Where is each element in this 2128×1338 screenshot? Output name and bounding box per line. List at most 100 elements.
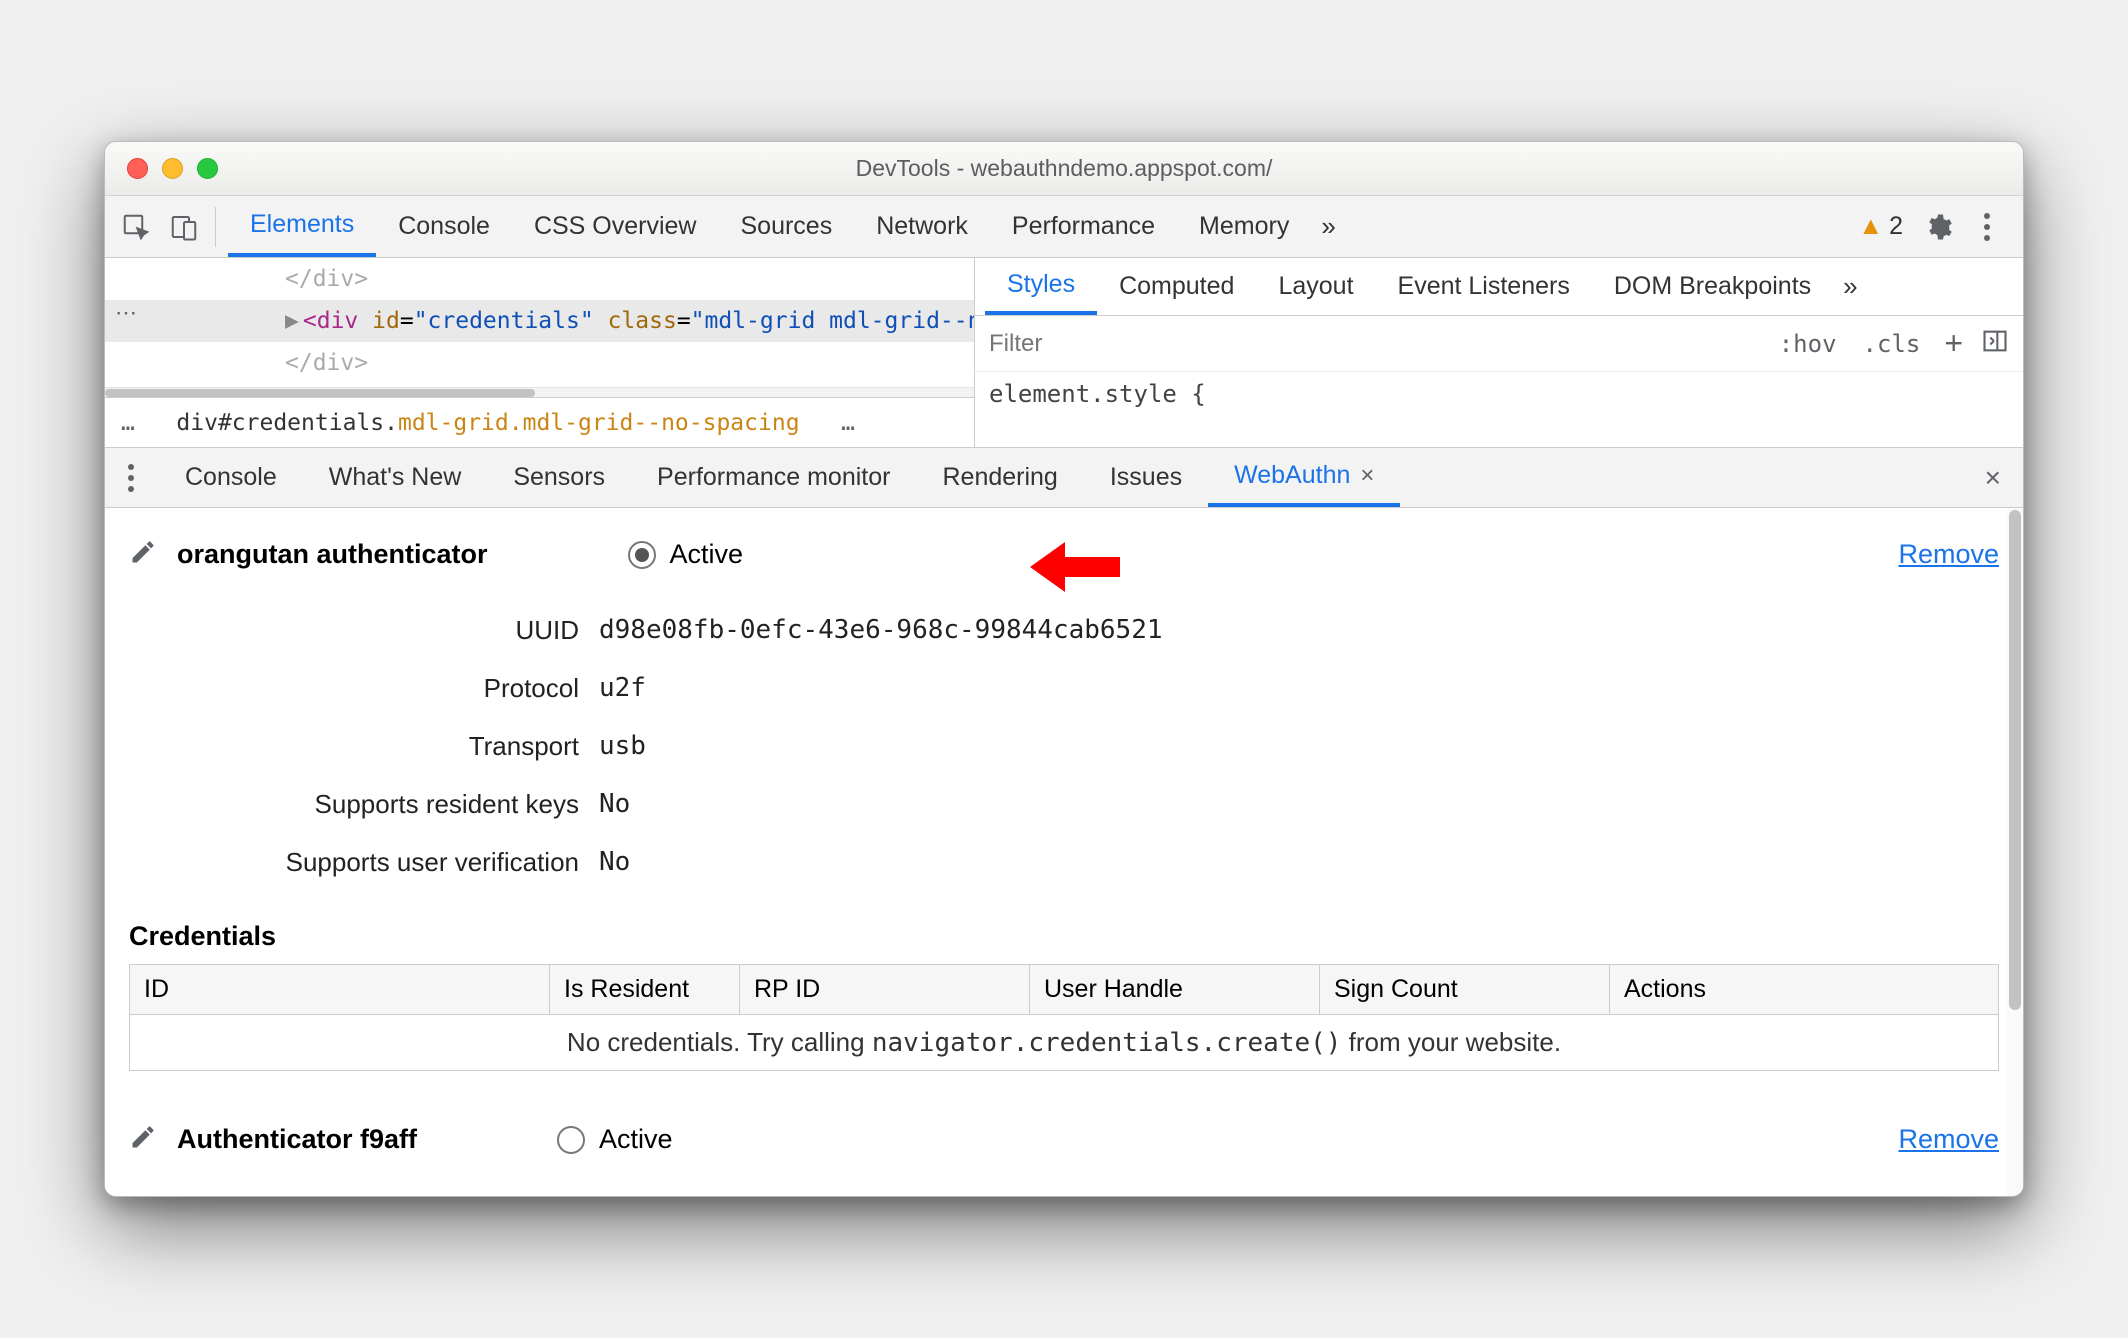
col-user-handle[interactable]: User Handle xyxy=(1030,965,1320,1015)
minimize-window-button[interactable] xyxy=(162,158,183,179)
new-style-rule-icon[interactable]: + xyxy=(1940,325,1967,362)
stab-layout[interactable]: Layout xyxy=(1256,259,1375,315)
authenticator-name: Authenticator f9aff xyxy=(177,1124,417,1155)
settings-gear-icon[interactable] xyxy=(1921,210,1955,244)
close-drawer-icon[interactable]: × xyxy=(1975,462,2011,494)
authenticator-header: Authenticator f9aff Active Remove xyxy=(129,1123,1999,1156)
warnings-badge[interactable]: ▲ 2 xyxy=(1858,212,1903,241)
authenticator-properties: UUIDd98e08fb-0efc-43e6-968c-99844cab6521… xyxy=(159,601,1999,891)
tab-memory[interactable]: Memory xyxy=(1177,197,1311,257)
scrollbar-thumb[interactable] xyxy=(2009,510,2021,1010)
breadcrumb-ellipsis[interactable]: … xyxy=(121,410,135,436)
cls-toggle[interactable]: .cls xyxy=(1857,330,1927,358)
expand-caret-icon[interactable]: ▶ xyxy=(285,308,299,334)
devtools-window: DevTools - webauthndemo.appspot.com/ Ele… xyxy=(104,141,2024,1197)
prop-value: No xyxy=(599,789,630,819)
zoom-window-button[interactable] xyxy=(197,158,218,179)
drawer-tab-sensors[interactable]: Sensors xyxy=(487,449,631,507)
horizontal-scrollbar[interactable] xyxy=(105,387,974,397)
col-rp-id[interactable]: RP ID xyxy=(740,965,1030,1015)
elements-panel[interactable]: ⋯ </div> ▶<div id="credentials" class="m… xyxy=(105,258,975,447)
main-tab-strip: Elements Console CSS Overview Sources Ne… xyxy=(105,196,2023,258)
prop-value: u2f xyxy=(599,673,646,703)
styles-more-chevron-icon[interactable]: » xyxy=(1833,271,1867,302)
tab-network[interactable]: Network xyxy=(854,197,990,257)
remove-link[interactable]: Remove xyxy=(1898,539,1999,570)
prop-value: d98e08fb-0efc-43e6-968c-99844cab6521 xyxy=(599,615,1163,645)
tab-label: WebAuthn xyxy=(1234,461,1350,490)
window-title: DevTools - webauthndemo.appspot.com/ xyxy=(105,155,2023,182)
close-tab-icon[interactable]: × xyxy=(1360,462,1374,490)
drawer-tab-strip: Console What's New Sensors Performance m… xyxy=(105,448,2023,508)
annotation-arrow-icon xyxy=(1025,532,1125,602)
breadcrumb-node[interactable]: div#credentials. xyxy=(176,410,398,436)
table-header-row: ID Is Resident RP ID User Handle Sign Co… xyxy=(130,965,1998,1015)
tab-sources[interactable]: Sources xyxy=(719,197,855,257)
close-window-button[interactable] xyxy=(127,158,148,179)
select-element-icon[interactable] xyxy=(119,210,153,244)
remove-link[interactable]: Remove xyxy=(1898,1124,1999,1155)
authenticator-name: orangutan authenticator xyxy=(177,539,488,570)
col-id[interactable]: ID xyxy=(130,965,550,1015)
tab-elements[interactable]: Elements xyxy=(228,197,376,257)
drawer-tab-performance-monitor[interactable]: Performance monitor xyxy=(631,449,916,507)
elements-styles-split: ⋯ </div> ▶<div id="credentials" class="m… xyxy=(105,258,2023,448)
window-controls xyxy=(105,158,218,179)
stab-computed[interactable]: Computed xyxy=(1097,259,1256,315)
breadcrumb-classes[interactable]: mdl-grid.mdl-grid--no-spacing xyxy=(398,410,800,436)
dom-line[interactable]: </div> xyxy=(105,342,974,384)
styles-filter-input[interactable] xyxy=(989,330,1759,358)
breadcrumb-ellipsis[interactable]: … xyxy=(841,410,855,436)
edit-pencil-icon[interactable] xyxy=(129,538,157,571)
main-toolbar-right: ▲ 2 xyxy=(1858,210,2015,244)
prop-row: Supports resident keysNo xyxy=(159,775,1999,833)
prop-row: Protocolu2f xyxy=(159,659,1999,717)
prop-value: usb xyxy=(599,731,646,761)
col-actions[interactable]: Actions xyxy=(1610,965,1998,1015)
tab-performance[interactable]: Performance xyxy=(990,197,1177,257)
prop-row: UUIDd98e08fb-0efc-43e6-968c-99844cab6521 xyxy=(159,601,1999,659)
edit-pencil-icon[interactable] xyxy=(129,1123,157,1156)
drawer-tab-webauthn[interactable]: WebAuthn × xyxy=(1208,449,1400,507)
empty-text-code: navigator.credentials.create() xyxy=(872,1028,1342,1058)
credentials-empty-row: No credentials. Try calling navigator.cr… xyxy=(130,1015,1998,1070)
stab-dom-breakpoints[interactable]: DOM Breakpoints xyxy=(1592,259,1833,315)
main-tabs: Elements Console CSS Overview Sources Ne… xyxy=(228,196,1346,257)
breadcrumb[interactable]: … div#credentials.mdl-grid.mdl-grid--no-… xyxy=(105,397,974,447)
drawer-kebab-menu-icon[interactable] xyxy=(117,464,145,492)
tab-console[interactable]: Console xyxy=(376,197,512,257)
tab-css-overview[interactable]: CSS Overview xyxy=(512,197,719,257)
prop-row: Transportusb xyxy=(159,717,1999,775)
webauthn-panel: orangutan authenticator Active Remove UU… xyxy=(105,508,2023,1196)
prop-label: Supports resident keys xyxy=(159,789,599,820)
warning-count: 2 xyxy=(1889,212,1903,241)
style-rule[interactable]: element.style { xyxy=(975,372,2023,416)
active-label: Active xyxy=(599,1124,673,1155)
col-is-resident[interactable]: Is Resident xyxy=(550,965,740,1015)
warning-icon: ▲ xyxy=(1858,212,1883,241)
dom-line[interactable]: </div> xyxy=(105,258,974,300)
computed-sidebar-toggle-icon[interactable] xyxy=(1981,327,2009,360)
vertical-scrollbar[interactable] xyxy=(2007,508,2023,1196)
gutter-ellipsis-icon[interactable]: ⋯ xyxy=(115,300,137,326)
active-radio[interactable]: Active xyxy=(557,1124,673,1155)
drawer-tab-whats-new[interactable]: What's New xyxy=(303,449,488,507)
hov-toggle[interactable]: :hov xyxy=(1773,330,1843,358)
scrollbar-thumb[interactable] xyxy=(105,389,535,397)
stab-styles[interactable]: Styles xyxy=(985,259,1097,315)
device-toolbar-icon[interactable] xyxy=(167,210,201,244)
prop-label: Protocol xyxy=(159,673,599,704)
active-radio[interactable]: Active xyxy=(628,539,744,570)
more-tabs-chevron-icon[interactable]: » xyxy=(1311,211,1345,242)
drawer-tab-issues[interactable]: Issues xyxy=(1084,449,1208,507)
prop-label: UUID xyxy=(159,615,599,646)
drawer-tab-rendering[interactable]: Rendering xyxy=(916,449,1083,507)
drawer-tab-console[interactable]: Console xyxy=(159,449,303,507)
stab-event-listeners[interactable]: Event Listeners xyxy=(1376,259,1592,315)
dom-line-selected[interactable]: ▶<div id="credentials" class="mdl-grid m… xyxy=(105,300,974,342)
prop-value: No xyxy=(599,847,630,877)
prop-row: Supports user verificationNo xyxy=(159,833,1999,891)
col-sign-count[interactable]: Sign Count xyxy=(1320,965,1610,1015)
kebab-menu-icon[interactable] xyxy=(1973,213,2001,241)
radio-icon xyxy=(557,1126,585,1154)
